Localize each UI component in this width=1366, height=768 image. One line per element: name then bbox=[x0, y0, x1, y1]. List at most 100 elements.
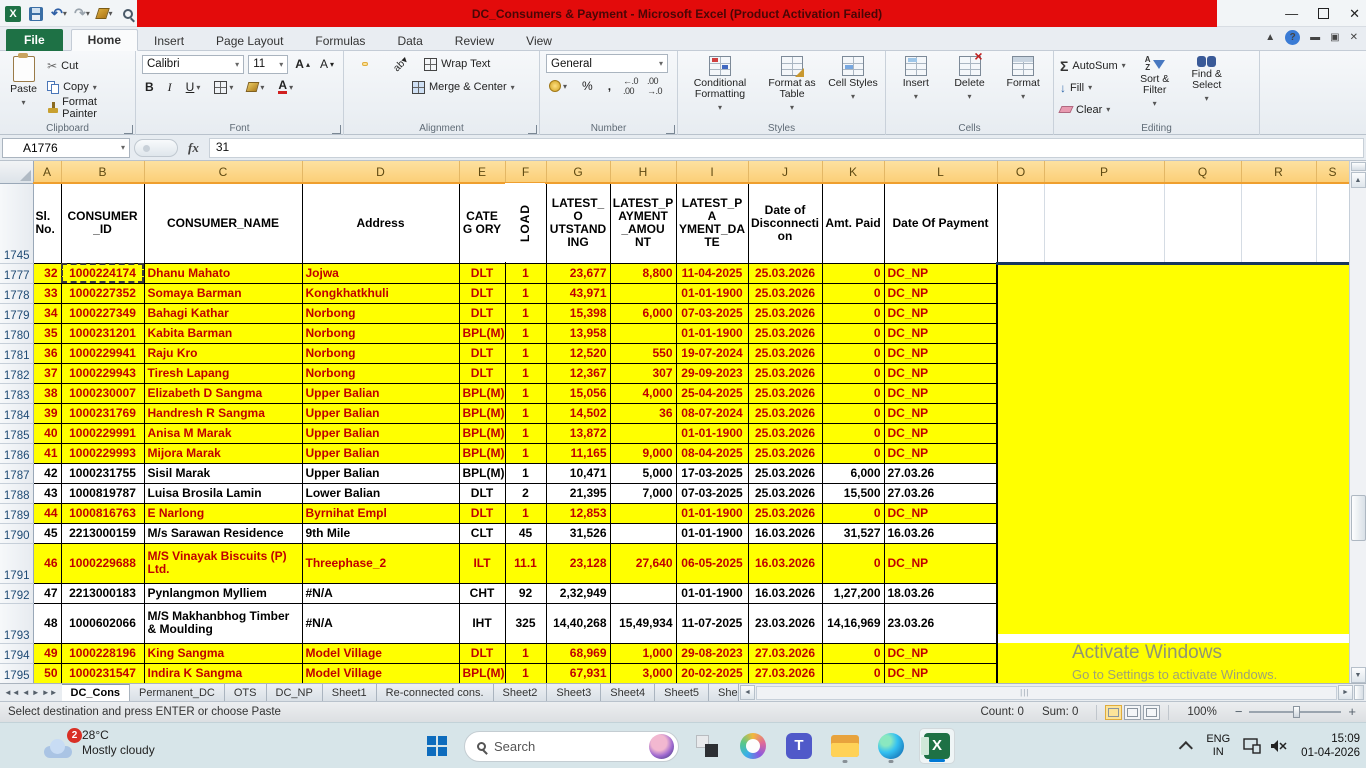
zoom-out-icon[interactable]: − bbox=[1235, 707, 1243, 717]
insert-cells-button[interactable]: Insert▾ bbox=[892, 54, 940, 119]
cell[interactable]: Kongkhatkhuli bbox=[302, 283, 459, 303]
cell[interactable]: 1 bbox=[505, 383, 546, 403]
cell[interactable]: 0 bbox=[822, 263, 884, 283]
tab-formulas[interactable]: Formulas bbox=[299, 31, 381, 51]
column-header-G[interactable]: G bbox=[546, 161, 610, 183]
cell[interactable]: Upper Balian bbox=[302, 403, 459, 423]
cell[interactable]: 1000229943 bbox=[61, 363, 144, 383]
cell[interactable]: 41 bbox=[33, 443, 61, 463]
cell[interactable]: Elizabeth D Sangma bbox=[144, 383, 302, 403]
cell[interactable]: 08-04-2025 bbox=[676, 443, 748, 463]
column-header-K[interactable]: K bbox=[822, 161, 884, 183]
cell[interactable]: Norbong bbox=[302, 343, 459, 363]
chevron-up-icon[interactable] bbox=[1179, 741, 1193, 755]
autosum-button[interactable]: ΣAutoSum ▾ bbox=[1060, 56, 1126, 75]
yellow-region-cell[interactable] bbox=[997, 403, 1349, 423]
cell[interactable]: 42 bbox=[33, 463, 61, 483]
cell[interactable]: 27.03.2026 bbox=[748, 643, 822, 663]
align-left-button[interactable] bbox=[350, 85, 356, 89]
sheet-tab-dc-cons[interactable]: DC_Cons bbox=[62, 684, 131, 701]
row-number[interactable]: 1777 bbox=[0, 263, 33, 283]
workbook-close-icon[interactable]: ✕ bbox=[1350, 32, 1358, 43]
cell[interactable]: BPL(M) bbox=[459, 383, 505, 403]
cell[interactable]: Threephase_2 bbox=[302, 543, 459, 583]
orientation-button[interactable]: ab▾ bbox=[390, 56, 412, 72]
yellow-region-cell[interactable] bbox=[997, 463, 1349, 483]
cell[interactable]: Dhanu Mahato bbox=[144, 263, 302, 283]
cell[interactable]: 1000229991 bbox=[61, 423, 144, 443]
cell[interactable]: 25.03.2026 bbox=[748, 283, 822, 303]
header-cell[interactable]: LATEST_P AYMENT _AMOU NT bbox=[610, 183, 676, 263]
cell[interactable]: 0 bbox=[822, 343, 884, 363]
cell[interactable]: Pynlangmon Mylliem bbox=[144, 583, 302, 603]
wrap-text-button[interactable]: Wrap Text bbox=[424, 54, 490, 74]
maximize-button[interactable] bbox=[1318, 8, 1329, 19]
cell[interactable]: 25.03.2026 bbox=[748, 303, 822, 323]
row-number[interactable]: 1781 bbox=[0, 343, 33, 363]
cell[interactable]: BPL(M) bbox=[459, 443, 505, 463]
column-header-O[interactable]: O bbox=[997, 161, 1044, 183]
clock[interactable]: 15:0901-04-2026 bbox=[1301, 732, 1360, 760]
cell[interactable]: 23.03.26 bbox=[884, 603, 997, 643]
borders-button[interactable]: ▾ bbox=[211, 81, 236, 94]
row-number[interactable]: 1787 bbox=[0, 463, 33, 483]
cell[interactable]: 06-05-2025 bbox=[676, 543, 748, 583]
cell[interactable]: 14,502 bbox=[546, 403, 610, 423]
copy-button[interactable]: Copy ▾ bbox=[47, 77, 129, 97]
row-number[interactable]: 1785 bbox=[0, 423, 33, 443]
cell[interactable]: IHT bbox=[459, 603, 505, 643]
cell[interactable]: 20-02-2025 bbox=[676, 663, 748, 683]
tab-data[interactable]: Data bbox=[381, 31, 438, 51]
cell[interactable]: 07-03-2025 bbox=[676, 303, 748, 323]
cell[interactable]: E Narlong bbox=[144, 503, 302, 523]
comma-style-button[interactable]: , bbox=[605, 79, 614, 93]
header-cell[interactable]: CONSUMER _ID bbox=[61, 183, 144, 263]
cut-button[interactable]: ✂Cut bbox=[47, 56, 129, 76]
cell[interactable]: Luisa Brosila Lamin bbox=[144, 483, 302, 503]
zoom-in-icon[interactable]: + bbox=[1348, 707, 1356, 717]
cell[interactable]: 9,000 bbox=[610, 443, 676, 463]
minimize-button[interactable]: — bbox=[1285, 6, 1298, 21]
cell[interactable]: 0 bbox=[822, 383, 884, 403]
fill-color-button[interactable]: ▾ bbox=[244, 82, 267, 92]
header-cell[interactable]: Amt. Paid bbox=[822, 183, 884, 263]
cell[interactable]: CHT bbox=[459, 583, 505, 603]
scroll-up-icon[interactable]: ▲ bbox=[1351, 172, 1366, 188]
cell[interactable]: 1 bbox=[505, 643, 546, 663]
search-box[interactable]: Search bbox=[464, 731, 679, 762]
cell[interactable]: 1000816763 bbox=[61, 503, 144, 523]
yellow-region-cell[interactable] bbox=[997, 643, 1349, 663]
cell[interactable]: DLT bbox=[459, 643, 505, 663]
normal-view-button[interactable] bbox=[1105, 705, 1122, 720]
cell[interactable]: 5,000 bbox=[610, 463, 676, 483]
cell[interactable]: 27.03.26 bbox=[884, 483, 997, 503]
cell[interactable]: DLT bbox=[459, 483, 505, 503]
align-top-button[interactable] bbox=[350, 62, 356, 66]
cell[interactable]: 31,526 bbox=[546, 523, 610, 543]
cell[interactable]: Norbong bbox=[302, 323, 459, 343]
cell[interactable]: 01-01-1900 bbox=[676, 283, 748, 303]
cell[interactable]: 4,000 bbox=[610, 383, 676, 403]
fill-button[interactable]: ↓Fill ▾ bbox=[1060, 78, 1126, 97]
cell[interactable]: 34 bbox=[33, 303, 61, 323]
zoom-level[interactable]: 100% bbox=[1187, 706, 1216, 718]
cell[interactable]: 01-01-1900 bbox=[676, 583, 748, 603]
column-header-Q[interactable]: Q bbox=[1164, 161, 1241, 183]
cell[interactable]: DLT bbox=[459, 363, 505, 383]
row-number[interactable]: 1786 bbox=[0, 443, 33, 463]
cell[interactable]: 1 bbox=[505, 403, 546, 423]
cell[interactable]: 0 bbox=[822, 363, 884, 383]
cell[interactable]: 550 bbox=[610, 343, 676, 363]
cell[interactable]: 15,056 bbox=[546, 383, 610, 403]
cell[interactable]: 23,128 bbox=[546, 543, 610, 583]
scroll-down-icon[interactable]: ▼ bbox=[1351, 667, 1366, 683]
cell[interactable]: 1000229993 bbox=[61, 443, 144, 463]
cell[interactable]: 1000819787 bbox=[61, 483, 144, 503]
cell[interactable]: 19-07-2024 bbox=[676, 343, 748, 363]
cell[interactable]: DLT bbox=[459, 303, 505, 323]
cell[interactable]: 1000231547 bbox=[61, 663, 144, 683]
header-cell[interactable]: Date of Disconnecti on bbox=[748, 183, 822, 263]
cell[interactable]: 1 bbox=[505, 303, 546, 323]
cell[interactable]: 25.03.2026 bbox=[748, 443, 822, 463]
cell[interactable]: 25.03.2026 bbox=[748, 463, 822, 483]
